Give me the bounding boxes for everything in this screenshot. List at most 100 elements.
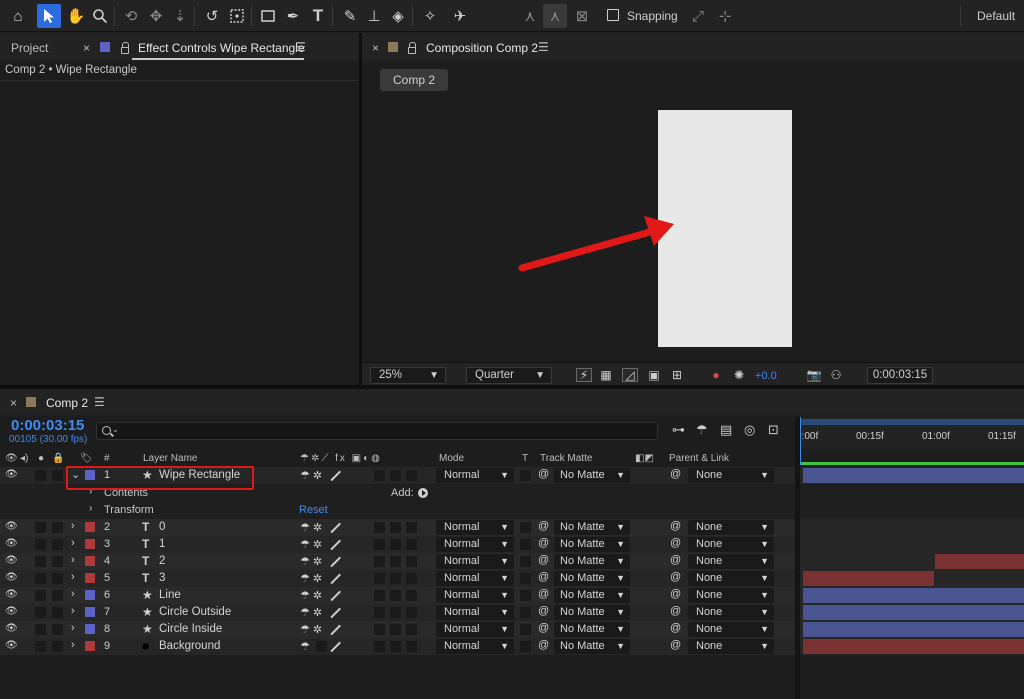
local-axis-icon[interactable]: ⋏ (518, 4, 542, 28)
switch-box[interactable] (374, 556, 385, 567)
current-time-display[interactable]: 0:00:03:15 (867, 367, 933, 384)
layer-name[interactable]: Background (159, 640, 220, 652)
layer-name[interactable]: Line (159, 589, 181, 601)
layer-duration-bar[interactable] (803, 639, 1024, 654)
pan-tool-icon[interactable]: ✥ (144, 4, 168, 28)
parent-pickwhip-icon[interactable]: @ (670, 622, 681, 634)
switch-box[interactable] (406, 573, 417, 584)
blend-mode-dropdown[interactable]: Normal ▼ (436, 554, 514, 569)
home-icon[interactable]: ⌂ (6, 4, 30, 28)
lock-toggle[interactable] (52, 624, 63, 635)
switch-box[interactable] (374, 573, 385, 584)
shy-switch-icon[interactable]: ☂ ✲ (300, 469, 322, 482)
twirl-right-icon[interactable]: › (89, 503, 92, 514)
layer-row-9[interactable]: 👁 › 9 ■ Background ☂ Normal ▼ @ No Matte ▼… (0, 638, 795, 655)
twirl-right-icon[interactable]: › (71, 554, 75, 566)
eye-icon[interactable]: 👁 (5, 539, 18, 549)
switch-box[interactable] (390, 556, 401, 567)
matte-pickwhip-icon[interactable]: @ (538, 537, 549, 549)
eraser-tool-icon[interactable]: ◈ (386, 4, 410, 28)
preserve-transparency-toggle[interactable] (520, 556, 531, 567)
snap-features-icon[interactable]: ⊹ (713, 4, 737, 28)
rotate-tool-icon[interactable]: ↺ (200, 4, 224, 28)
parent-dropdown[interactable]: None ▼ (688, 639, 774, 654)
layer-row-7[interactable]: 👁 › 7 ★ Circle Outside ☂ ✲ Normal ▼ @ No … (0, 604, 795, 621)
layer-label-color[interactable] (85, 539, 95, 549)
switch-box[interactable] (406, 522, 417, 533)
quality-switch-icon[interactable] (329, 641, 340, 652)
lock-toggle[interactable] (52, 539, 63, 550)
twirl-right-icon[interactable]: › (71, 537, 75, 549)
tab-composition[interactable]: Composition Comp 2 (426, 41, 538, 55)
switch-box[interactable] (406, 556, 417, 567)
switch-box[interactable] (374, 522, 385, 533)
switch-box[interactable] (374, 539, 385, 550)
layer-label-color[interactable] (85, 522, 95, 532)
switch-box[interactable] (390, 624, 401, 635)
twirl-right-icon[interactable]: › (71, 605, 75, 617)
matte-pickwhip-icon[interactable]: @ (538, 571, 549, 583)
panel-menu-icon[interactable]: ☰ (295, 40, 306, 54)
composition-flowchart-icon[interactable]: ⊶ (672, 422, 685, 438)
selection-tool-icon[interactable] (37, 4, 61, 28)
zoom-tool-icon[interactable] (88, 4, 112, 28)
close-icon[interactable]: × (10, 396, 17, 410)
close-icon[interactable]: × (83, 41, 90, 55)
layer-label-color[interactable] (85, 607, 95, 617)
twirl-right-icon[interactable]: › (71, 639, 75, 651)
matte-pickwhip-icon[interactable]: @ (538, 554, 549, 566)
quality-switch-icon[interactable] (329, 573, 340, 584)
lock-toggle[interactable] (52, 556, 63, 567)
switch-box[interactable] (374, 470, 385, 481)
layer-label-color[interactable] (85, 573, 95, 583)
layer-duration-bar[interactable] (803, 605, 1024, 620)
eye-icon[interactable]: 👁 (5, 522, 18, 532)
blend-mode-dropdown[interactable]: Normal ▼ (436, 571, 514, 586)
parent-pickwhip-icon[interactable]: @ (670, 605, 681, 617)
shy-switch-icon[interactable]: ☂ (300, 640, 310, 653)
quality-switch-icon[interactable] (329, 607, 340, 618)
shy-switch-icon[interactable]: ☂ ✲ (300, 623, 322, 636)
layer-label-color[interactable] (85, 590, 95, 600)
layer-row-4[interactable]: 👁 › 4 T 2 ☂ ✲ Normal ▼ @ No Matte ▼ @ None… (0, 553, 795, 570)
guides-icon[interactable]: ⊞ (669, 368, 685, 382)
tab-project[interactable]: Project (11, 41, 48, 55)
lock-toggle[interactable] (52, 607, 63, 618)
switch-box[interactable] (374, 590, 385, 601)
matte-pickwhip-icon[interactable]: @ (538, 639, 549, 651)
layer-duration-bar[interactable] (803, 468, 1024, 483)
preserve-transparency-toggle[interactable] (520, 590, 531, 601)
solo-toggle[interactable] (35, 539, 46, 550)
solo-toggle[interactable] (35, 556, 46, 567)
eye-icon[interactable]: 👁 (5, 607, 18, 617)
switch-box[interactable] (316, 641, 327, 652)
rectangle-tool-icon[interactable] (256, 4, 280, 28)
tab-effect-controls[interactable]: Effect Controls Wipe Rectangle (138, 41, 305, 55)
lock-icon[interactable] (121, 42, 129, 54)
quality-switch-icon[interactable] (329, 522, 340, 533)
twirl-right-icon[interactable]: › (71, 520, 75, 532)
solo-toggle[interactable] (35, 470, 46, 481)
shy-switch-icon[interactable]: ☂ ✲ (300, 589, 322, 602)
blend-mode-dropdown[interactable]: Normal ▼ (436, 468, 514, 483)
switch-box[interactable] (390, 641, 401, 652)
parent-pickwhip-icon[interactable]: @ (670, 554, 681, 566)
layer-duration-bar[interactable] (803, 588, 1024, 603)
pen-tool-icon[interactable]: ✒ (281, 4, 305, 28)
switch-box[interactable] (406, 539, 417, 550)
shy-layers-icon[interactable]: ☂ (696, 422, 708, 438)
parent-dropdown[interactable]: None ▼ (688, 605, 774, 620)
eye-icon[interactable]: 👁 (5, 470, 18, 480)
parent-dropdown[interactable]: None ▼ (688, 588, 774, 603)
solo-toggle[interactable] (35, 641, 46, 652)
switch-box[interactable] (390, 573, 401, 584)
switch-box[interactable] (390, 590, 401, 601)
lock-toggle[interactable] (52, 590, 63, 601)
track-matte-dropdown[interactable]: No Matte ▼ (554, 468, 630, 483)
lock-toggle[interactable] (52, 522, 63, 533)
solo-toggle[interactable] (35, 573, 46, 584)
workspace-selector[interactable]: Default (960, 6, 1024, 26)
layer-name[interactable]: 2 (159, 555, 165, 567)
comp-navigator-button[interactable]: Comp 2 (380, 69, 448, 91)
region-of-interest-icon[interactable]: ▣ (646, 368, 662, 382)
